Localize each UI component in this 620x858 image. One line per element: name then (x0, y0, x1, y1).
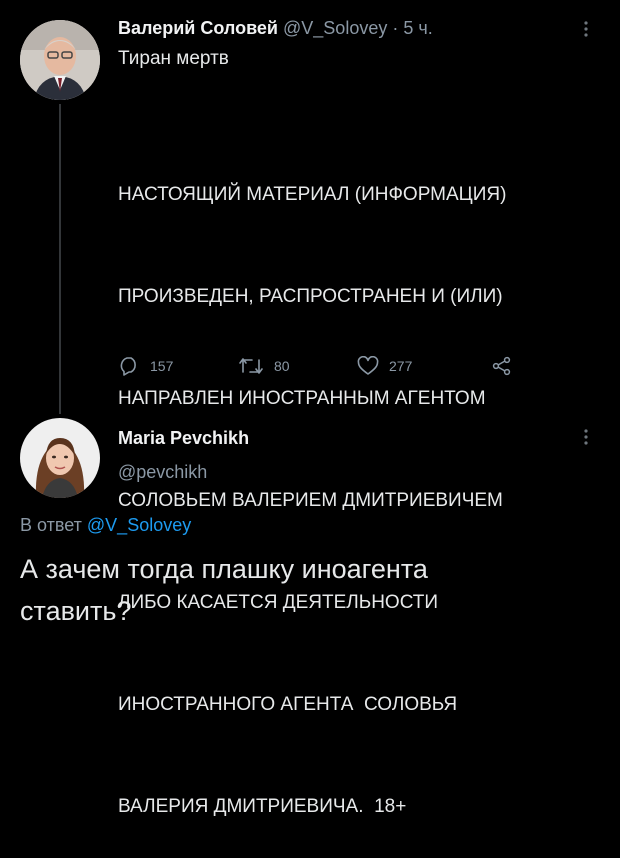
more-icon[interactable] (583, 20, 589, 38)
retweet-icon (238, 356, 264, 376)
avatar-solovey[interactable] (20, 20, 100, 100)
thread-line (59, 104, 61, 414)
more-icon[interactable] (583, 428, 589, 446)
reply-action[interactable]: 157 (118, 356, 173, 376)
tweet-text-line: А зачем тогда плашку иноагента (20, 554, 428, 584)
reply-context: В ответ @V_Solovey (20, 515, 191, 536)
reply-to-link[interactable]: @V_Solovey (87, 515, 191, 535)
reply-count: 157 (150, 358, 174, 374)
tweet-text: А зачем тогда плашку иноагента ставить? (20, 548, 428, 632)
disclaimer-line: ВАЛЕРИЯ ДМИТРИЕВИЧА. 18+ (118, 796, 407, 817)
share-icon[interactable] (492, 356, 512, 376)
like-icon (357, 356, 379, 376)
retweet-action[interactable]: 80 (238, 356, 290, 376)
tweet-text-line: ставить? (20, 596, 132, 626)
avatar-pevchikh[interactable] (20, 418, 100, 498)
reply-icon (118, 356, 140, 376)
author-name[interactable]: Maria Pevchikh (118, 428, 249, 449)
author-handle[interactable]: @V_Solovey (283, 18, 387, 38)
author-name[interactable]: Валерий Соловей (118, 18, 278, 38)
disclaimer-line: СОЛОВЬЕМ ВАЛЕРИЕМ ДМИТРИЕВИЧЕМ (118, 490, 503, 511)
author-handle[interactable]: @pevchikh (118, 462, 207, 483)
like-count: 277 (389, 358, 413, 374)
retweet-count: 80 (274, 358, 290, 374)
disclaimer-line: ИНОСТРАННОГО АГЕНТА СОЛОВЬЯ (118, 694, 458, 715)
disclaimer-line: НАСТОЯЩИЙ МАТЕРИАЛ (ИНФОРМАЦИЯ) (118, 184, 507, 205)
tweet1-header: Валерий Соловей @V_Solovey · 5 ч. (118, 18, 433, 39)
like-action[interactable]: 277 (357, 356, 412, 376)
disclaimer-block: НАСТОЯЩИЙ МАТЕРИАЛ (ИНФОРМАЦИЯ) ПРОИЗВЕД… (118, 110, 506, 858)
separator: · (392, 18, 399, 38)
timestamp[interactable]: 5 ч. (403, 18, 432, 38)
reply-prefix: В ответ (20, 515, 82, 535)
disclaimer-line: НАПРАВЛЕН ИНОСТРАННЫМ АГЕНТОМ (118, 388, 486, 409)
disclaimer-line: ПРОИЗВЕДЕН, РАСПРОСТРАНЕН И (ИЛИ) (118, 286, 503, 307)
tweet-text: Тиран мертв (118, 48, 229, 69)
